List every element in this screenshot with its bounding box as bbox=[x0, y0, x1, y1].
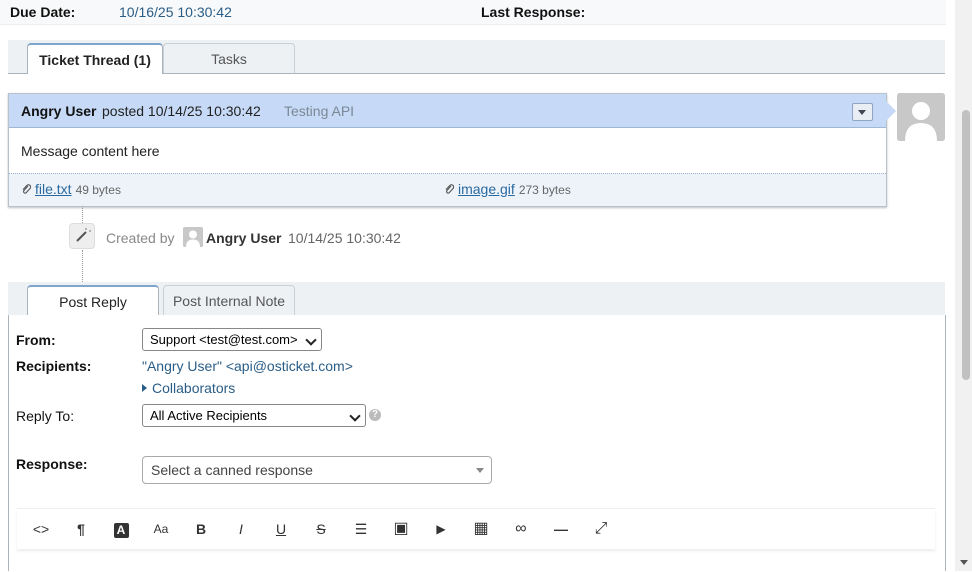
attachments-bar: file.txt 49 bytes image.gif 273 bytes bbox=[9, 173, 886, 206]
table-icon[interactable]: ▦ bbox=[470, 519, 492, 539]
collaborators-toggle[interactable]: Collaborators bbox=[142, 380, 235, 396]
ticket-info-bar: Due Date: 10/16/25 10:30:42 Last Respons… bbox=[0, 0, 946, 25]
reply-to-label: Reply To: bbox=[16, 408, 75, 424]
text-color-glyph: A bbox=[113, 523, 129, 538]
italic-icon[interactable]: I bbox=[230, 519, 252, 539]
reply-tabs: Post Reply Post Internal Note bbox=[8, 282, 945, 317]
from-select[interactable]: Support <test@test.com> bbox=[142, 328, 322, 351]
attachment-item: file.txt 49 bytes bbox=[21, 181, 121, 197]
tab-ticket-thread[interactable]: Ticket Thread (1) bbox=[27, 43, 163, 74]
event-author: Angry User bbox=[206, 230, 282, 246]
caret-down-icon bbox=[858, 110, 866, 115]
link-icon[interactable]: ∞ bbox=[510, 519, 532, 539]
event-user-avatar bbox=[183, 227, 203, 247]
underline-icon[interactable]: U bbox=[270, 519, 292, 539]
due-date-value: 10/16/25 10:30:42 bbox=[119, 4, 232, 20]
thread-entry: Angry User posted 10/14/25 10:30:42 Test… bbox=[8, 93, 896, 207]
help-icon[interactable]: ? bbox=[369, 409, 381, 421]
tab-post-reply[interactable]: Post Reply bbox=[27, 285, 159, 317]
entry-author: Angry User bbox=[21, 103, 97, 119]
created-event-icon bbox=[69, 223, 95, 249]
last-response-label: Last Response: bbox=[481, 4, 586, 20]
from-label: From: bbox=[16, 332, 56, 348]
rich-text-editor: <> ¶ A Aa B I U S ☰ ▣ ▶ ▦ ∞ — ⤢ bbox=[17, 508, 935, 572]
text-color-icon[interactable]: A bbox=[110, 519, 132, 539]
horizontal-rule-icon[interactable]: — bbox=[550, 519, 572, 539]
canned-response-select[interactable]: Select a canned response bbox=[142, 456, 492, 484]
entry-options-button[interactable] bbox=[852, 103, 873, 121]
entry-title: Testing API bbox=[284, 103, 355, 119]
bold-icon[interactable]: B bbox=[190, 519, 212, 539]
tab-post-internal-note[interactable]: Post Internal Note bbox=[163, 285, 295, 315]
chevron-down-icon bbox=[305, 334, 317, 346]
entry-posted-time: posted 10/14/25 10:30:42 bbox=[102, 103, 261, 119]
caret-right-icon bbox=[142, 384, 147, 392]
header-pointer-arrow bbox=[886, 101, 896, 121]
reply-to-select-value: All Active Recipients bbox=[150, 408, 268, 423]
timeline-connector bbox=[82, 250, 83, 282]
recipients-label: Recipients: bbox=[16, 358, 92, 374]
thread-entry-header: Angry User posted 10/14/25 10:30:42 Test… bbox=[9, 94, 896, 128]
caret-down-icon bbox=[476, 468, 484, 473]
paperclip-icon bbox=[22, 184, 31, 194]
font-size-icon[interactable]: Aa bbox=[150, 519, 172, 539]
strikethrough-icon[interactable]: S bbox=[310, 519, 332, 539]
fullscreen-icon[interactable]: ⤢ bbox=[590, 519, 612, 539]
event-timestamp: 10/14/25 10:30:42 bbox=[288, 230, 401, 246]
attachment-link[interactable]: file.txt bbox=[35, 181, 72, 197]
scrollbar-thumb[interactable] bbox=[962, 110, 970, 380]
editor-toolbar: <> ¶ A Aa B I U S ☰ ▣ ▶ ▦ ∞ — ⤢ bbox=[17, 509, 935, 549]
entry-message-body: Message content here bbox=[21, 143, 160, 159]
user-avatar bbox=[897, 93, 945, 141]
attachment-size: 273 bytes bbox=[518, 183, 571, 197]
canned-response-placeholder: Select a canned response bbox=[151, 462, 313, 478]
list-icon[interactable]: ☰ bbox=[350, 519, 372, 539]
video-icon[interactable]: ▶ bbox=[430, 519, 452, 539]
user-silhouette-icon bbox=[183, 227, 203, 247]
collaborators-label: Collaborators bbox=[152, 380, 236, 396]
response-label: Response: bbox=[16, 456, 88, 472]
from-select-value: Support <test@test.com> bbox=[150, 332, 298, 347]
scroll-down-arrow-icon[interactable] bbox=[960, 560, 968, 565]
tab-tasks[interactable]: Tasks bbox=[163, 43, 295, 73]
ticket-tabs: Ticket Thread (1) Tasks bbox=[8, 40, 945, 74]
paragraph-icon[interactable]: ¶ bbox=[70, 519, 92, 539]
reply-to-select[interactable]: All Active Recipients bbox=[142, 404, 366, 427]
user-silhouette-icon bbox=[897, 93, 945, 141]
attachment-item: image.gif 273 bytes bbox=[444, 181, 571, 197]
image-icon[interactable]: ▣ bbox=[390, 519, 412, 539]
chevron-down-icon bbox=[349, 410, 361, 422]
paperclip-icon bbox=[445, 184, 454, 194]
due-date-label: Due Date: bbox=[10, 4, 76, 20]
event-prefix: Created by bbox=[106, 230, 175, 246]
html-code-icon[interactable]: <> bbox=[30, 519, 52, 539]
magic-wand-icon bbox=[76, 228, 91, 242]
recipients-value[interactable]: "Angry User" <api@osticket.com> bbox=[142, 358, 353, 374]
attachment-size: 49 bytes bbox=[75, 183, 121, 197]
timeline-connector bbox=[82, 206, 83, 223]
attachment-link[interactable]: image.gif bbox=[458, 181, 515, 197]
